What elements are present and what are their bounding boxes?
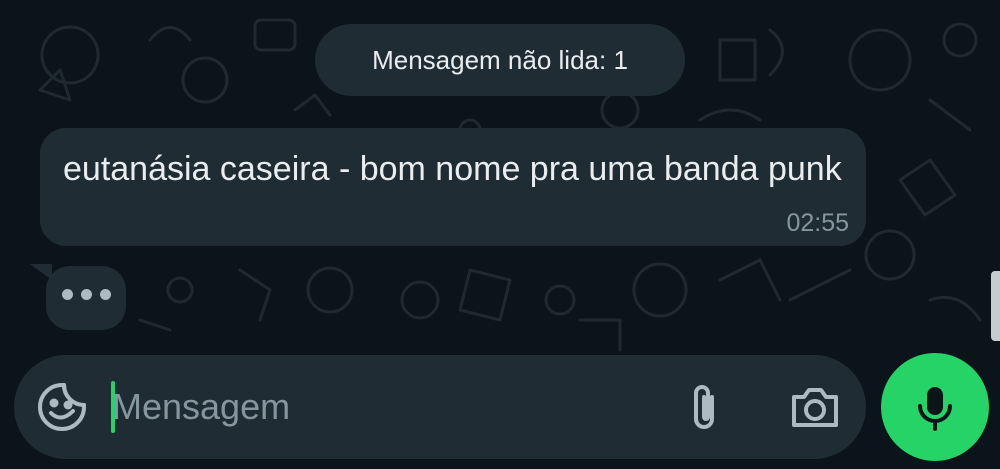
sticker-icon[interactable] xyxy=(36,381,88,433)
message-input[interactable] xyxy=(112,381,652,433)
microphone-icon xyxy=(918,387,952,431)
typing-dot xyxy=(99,288,111,300)
unread-messages-banner: Mensagem não lida: 1 xyxy=(315,24,685,96)
message-bubble[interactable]: eutanásia caseira - bom nome pra uma ban… xyxy=(40,128,866,246)
voice-message-button[interactable] xyxy=(881,353,989,461)
edge-panel-handle[interactable] xyxy=(991,271,1000,341)
message-composer xyxy=(14,355,866,459)
typing-dot xyxy=(61,288,73,300)
typing-dots xyxy=(46,266,126,330)
typing-dot xyxy=(80,288,92,300)
camera-icon[interactable] xyxy=(790,383,840,431)
typing-indicator xyxy=(46,266,126,330)
message-timestamp: 02:55 xyxy=(786,209,849,237)
paperclip-icon[interactable] xyxy=(684,383,724,433)
message-text: eutanásia caseira - bom nome pra uma ban… xyxy=(63,150,842,188)
